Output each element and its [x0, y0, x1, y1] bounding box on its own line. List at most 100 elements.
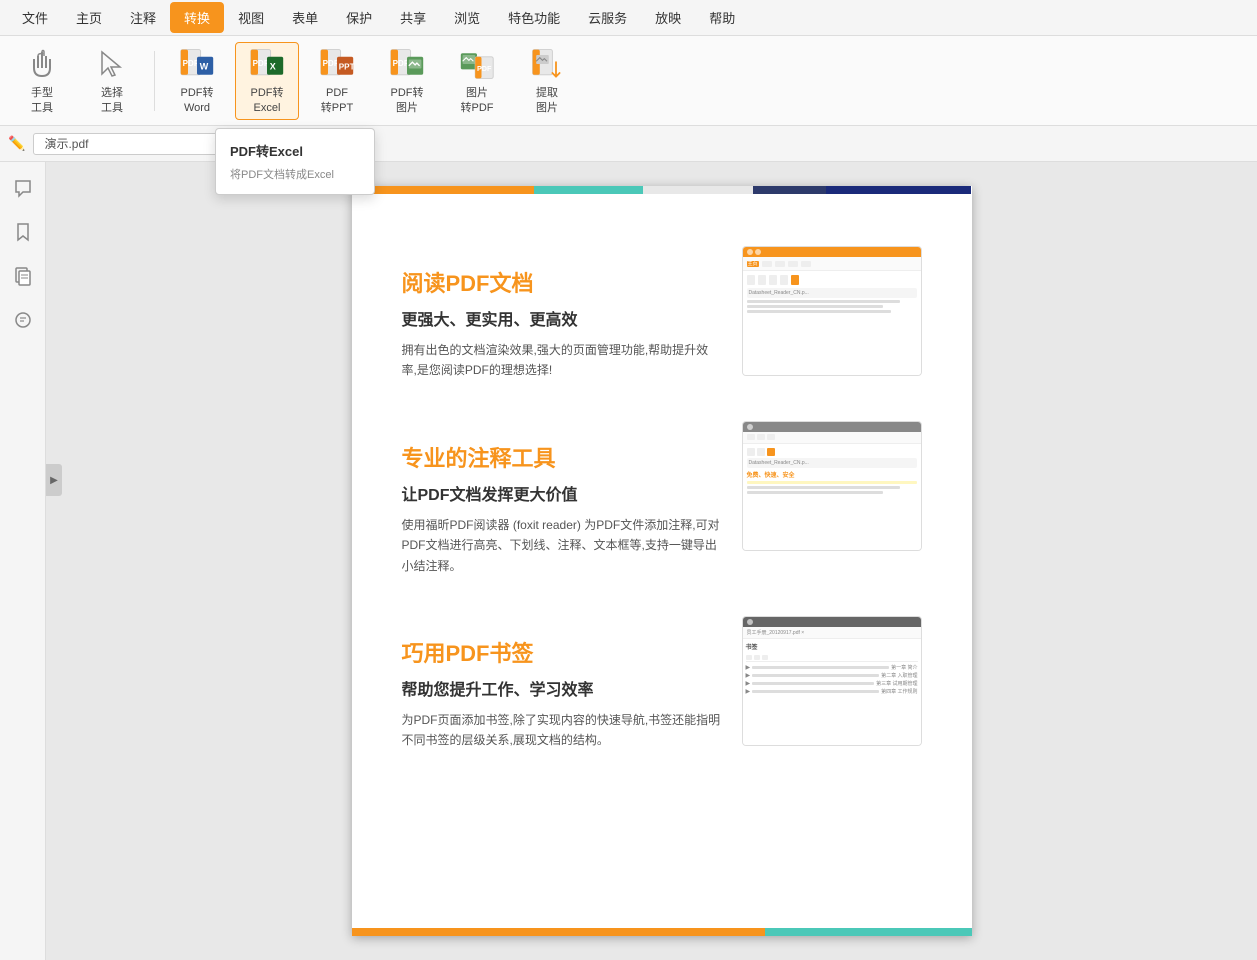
color-bar-light2	[716, 186, 752, 194]
cursor-icon	[92, 46, 132, 82]
menu-slideshow[interactable]: 放映	[641, 2, 695, 33]
pdf-to-word-button[interactable]: PDF W PDF转Word	[165, 42, 229, 120]
mini-bm-item-4: ▶ 第四章 工作规则	[746, 688, 918, 695]
pdf-bottom-bar	[352, 928, 972, 936]
menu-convert[interactable]: 转换	[170, 2, 224, 33]
hand-tool-label: 手型工具	[31, 86, 53, 115]
menu-help[interactable]: 帮助	[695, 2, 749, 33]
mini-bm-content: 书签 ▶ 第一章 简介	[743, 639, 921, 698]
menu-features[interactable]: 特色功能	[494, 2, 574, 33]
mini-app-bookmark-bar	[743, 617, 921, 627]
pdf-image-icon: PDF	[387, 46, 427, 82]
pdf-section-bookmark-content: 巧用PDF书签 帮助您提升工作、学习效率 为PDF页面添加书签,除了实现内容的快…	[402, 616, 922, 751]
mini-bm-heading: 书签	[746, 642, 918, 651]
tooltip-dropdown: PDF转Excel 将PDF文档转成Excel	[215, 128, 375, 195]
pdf-read-preview: 主页	[742, 246, 922, 376]
mini-filename: Datasheet_Reader_CN.p...	[747, 288, 917, 298]
pdf-section-read-content: 阅读PDF文档 更强大、更实用、更高效 拥有出色的文档渲染效果,强大的页面管理功…	[402, 246, 922, 381]
left-sidebar	[0, 162, 46, 960]
svg-text:X: X	[270, 62, 276, 72]
mini-tool-2	[758, 275, 766, 285]
menu-view[interactable]: 视图	[224, 2, 278, 33]
content-area: 阅读PDF文档 更强大、更实用、更高效 拥有出色的文档渲染效果,强大的页面管理功…	[46, 162, 1257, 960]
select-tool-button[interactable]: 选择工具	[80, 42, 144, 120]
sidebar-annotation-icon[interactable]	[7, 172, 39, 204]
pdf-read-title: 阅读PDF文档	[402, 266, 722, 298]
mini-bm-text-1: 第一章 简介	[891, 664, 917, 671]
pdf-to-word-label: PDF转Word	[181, 86, 214, 115]
mini-tab-3	[775, 261, 785, 267]
pdf-read-body: 拥有出色的文档渲染效果,强大的页面管理功能,帮助提升效率,是您阅读PDF的理想选…	[402, 340, 722, 381]
mini-ann-line-1	[747, 486, 900, 489]
menu-home[interactable]: 主页	[62, 2, 116, 33]
pdf-to-excel-button[interactable]: PDF X PDF转Excel	[235, 42, 299, 120]
mini-bm-arrow-4: ▶	[746, 688, 751, 695]
mini-tab-label: 主页	[747, 261, 759, 267]
pdf-to-ppt-button[interactable]: PDF PPT PDF转PPT	[305, 42, 369, 120]
mini-ann-filename: Datasheet_Reader_CN.p...	[747, 458, 917, 468]
mini-bm-text-4: 第四章 工作规则	[881, 688, 917, 695]
menu-annotation[interactable]: 注释	[116, 2, 170, 33]
pdf-read-subtitle: 更强大、更实用、更高效	[402, 306, 722, 330]
mini-ann-dot-1	[747, 424, 753, 430]
image-to-pdf-label: 图片转PDF	[461, 86, 494, 115]
pdf-section-read-text: 阅读PDF文档 更强大、更实用、更高效 拥有出色的文档渲染效果,强大的页面管理功…	[402, 246, 722, 381]
menu-share[interactable]: 共享	[386, 2, 440, 33]
pdf-to-image-button[interactable]: PDF PDF转图片	[375, 42, 439, 120]
mini-toolbar-1: 主页	[743, 257, 921, 271]
svg-text:PDF: PDF	[323, 59, 339, 68]
svg-text:PDF: PDF	[393, 59, 409, 68]
menu-browse[interactable]: 浏览	[440, 2, 494, 33]
mini-bm-arrow-3: ▶	[746, 680, 751, 687]
menu-bar: 文件 主页 注释 转换 视图 表单 保护 共享 浏览 特色功能 云服务 放映 帮…	[0, 0, 1257, 36]
menu-cloud[interactable]: 云服务	[574, 2, 641, 33]
mini-bm-arrow-2: ▶	[746, 672, 751, 679]
mini-ann-toolbar	[743, 432, 921, 444]
mini-lines	[747, 300, 917, 313]
mini-bm-icon-3	[762, 655, 768, 660]
select-tool-label: 选择工具	[101, 86, 123, 115]
mini-bm-bar-4	[752, 690, 879, 693]
mini-bm-list: ▶ 第一章 简介 ▶ 第二章 入职管理	[746, 664, 918, 695]
mini-ann-icon-1	[747, 448, 755, 456]
pdf-to-ppt-label: PDF转PPT	[321, 86, 353, 115]
menu-protect[interactable]: 保护	[332, 2, 386, 33]
mini-ann-line-2	[747, 491, 883, 494]
toolbar: 手型工具 选择工具 PDF W PDF转Word	[0, 36, 1257, 126]
mini-ann-icon-2	[757, 448, 765, 456]
color-bar-darkblue2	[826, 186, 972, 194]
mini-ann-icon-3	[767, 448, 775, 456]
mini-dot-1	[747, 249, 753, 255]
mini-app-read: 主页	[743, 247, 921, 375]
collapse-button[interactable]: ▶	[46, 464, 62, 496]
sidebar-comment-icon[interactable]	[7, 304, 39, 336]
svg-text:PDF: PDF	[253, 59, 269, 68]
pdf-bookmark-title: 巧用PDF书签	[402, 636, 722, 668]
mini-bm-bar-1	[752, 666, 889, 669]
menu-file[interactable]: 文件	[8, 2, 62, 33]
extract-image-button[interactable]: 提取图片	[515, 42, 579, 120]
sidebar-bookmark-icon[interactable]	[7, 216, 39, 248]
mini-app-bookmark: 员工手册_20120917.pdf × 书签	[743, 617, 921, 745]
pdf-bookmark-subtitle: 帮助您提升工作、学习效率	[402, 676, 722, 700]
svg-text:PDF: PDF	[477, 64, 492, 73]
tooltip-title: PDF转Excel	[216, 139, 374, 164]
separator-1	[154, 51, 155, 111]
mini-bm-toolbar: 员工手册_20120917.pdf ×	[743, 627, 921, 639]
pdf-section-read: 阅读PDF文档 更强大、更实用、更高效 拥有出色的文档渲染效果,强大的页面管理功…	[402, 246, 922, 381]
sidebar-pages-icon[interactable]	[7, 260, 39, 292]
collapse-arrow-icon: ▶	[50, 475, 58, 486]
hand-tool-button[interactable]: 手型工具	[10, 42, 74, 120]
mini-bm-dot	[747, 619, 753, 625]
menu-form[interactable]: 表单	[278, 2, 332, 33]
pdf-bookmark-body: 为PDF页面添加书签,除了实现内容的快速导航,书签还能指明不同书签的层级关系,展…	[402, 710, 722, 751]
mini-bm-item-3: ▶ 第三章 试用期管理	[746, 680, 918, 687]
annotation-icon: ✏️	[8, 135, 25, 152]
main-layout: ▶ 阅读PDF文档 更强大、更实用、更高效 拥有出色的文档渲染效果,强大的页面管	[0, 162, 1257, 960]
svg-text:PDF: PDF	[183, 59, 199, 68]
mini-bm-item-1: ▶ 第一章 简介	[746, 664, 918, 671]
pdf-section-annotation-content: 专业的注释工具 让PDF文档发挥更大价值 使用福昕PDF阅读器 (foxit r…	[402, 421, 922, 576]
mini-app-annotation-bar	[743, 422, 921, 432]
pdf-bottom-bar-orange	[352, 928, 765, 936]
image-to-pdf-button[interactable]: PDF 图片转PDF	[445, 42, 509, 120]
